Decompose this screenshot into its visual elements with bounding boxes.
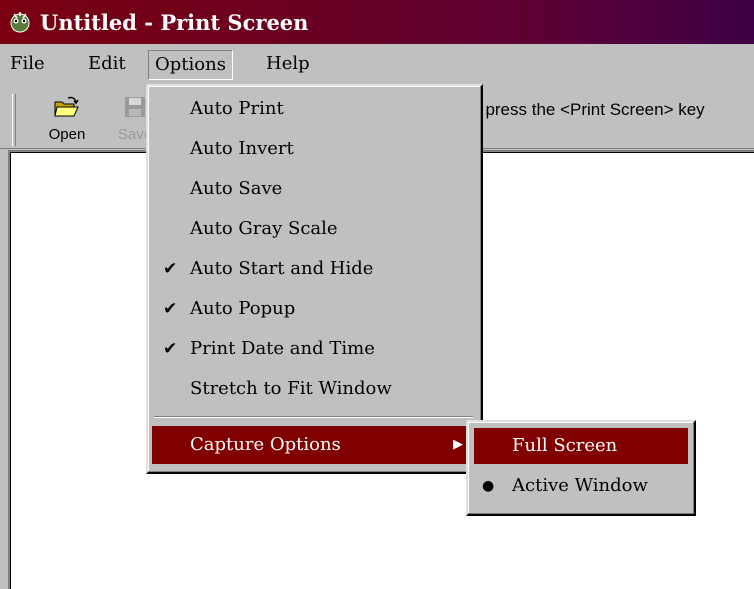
menu-item-print-date-and-time[interactable]: ✔ Print Date and Time (152, 330, 475, 368)
menu-help[interactable]: Help (260, 50, 316, 78)
menu-separator (154, 416, 473, 418)
menu-item-label: Auto Start and Hide (190, 258, 374, 279)
menu-file[interactable]: File (4, 50, 51, 78)
capture-options-submenu: Full Screen ● Active Window (466, 420, 696, 516)
menu-item-label: Capture Options (190, 434, 341, 455)
print-screen-app-icon[interactable] (6, 8, 34, 36)
submenu-item-active-window[interactable]: ● Active Window (474, 468, 688, 504)
open-button-label: Open (48, 126, 86, 143)
status-hint-text: t press the <Print Screen> key (476, 100, 705, 119)
toolbar-grip[interactable] (12, 94, 16, 146)
menu-item-label: Auto Popup (190, 298, 296, 319)
menu-item-auto-popup[interactable]: ✔ Auto Popup (152, 290, 475, 328)
window-title: Untitled - Print Screen (40, 9, 309, 35)
menu-options[interactable]: Options (148, 50, 233, 80)
menu-item-label: Auto Gray Scale (190, 218, 338, 239)
open-button[interactable]: Open (38, 96, 96, 143)
menu-bar: File Edit Options Help (0, 44, 754, 86)
radio-bullet-icon: ● (482, 478, 495, 494)
title-bar: Untitled - Print Screen (0, 0, 754, 44)
submenu-item-full-screen[interactable]: Full Screen (474, 428, 688, 464)
menu-item-capture-options[interactable]: Capture Options ▶ (152, 426, 475, 464)
submenu-item-label: Full Screen (512, 435, 618, 456)
menu-item-auto-gray-scale[interactable]: Auto Gray Scale (152, 210, 475, 248)
submenu-item-label: Active Window (512, 475, 648, 496)
menu-item-auto-print[interactable]: Auto Print (152, 90, 475, 128)
menu-item-label: Auto Save (190, 178, 283, 199)
menu-item-stretch-to-fit-window[interactable]: Stretch to Fit Window (152, 370, 475, 408)
menu-item-auto-start-and-hide[interactable]: ✔ Auto Start and Hide (152, 250, 475, 288)
menu-item-label: Auto Print (190, 98, 284, 119)
save-disk-icon (124, 96, 146, 122)
menu-item-label: Print Date and Time (190, 338, 375, 359)
checkmark-icon: ✔ (163, 339, 178, 359)
open-folder-icon (54, 96, 80, 122)
menu-item-label: Auto Invert (190, 138, 294, 159)
checkmark-icon: ✔ (163, 259, 178, 279)
menu-item-label: Stretch to Fit Window (190, 378, 392, 399)
menu-item-auto-invert[interactable]: Auto Invert (152, 130, 475, 168)
submenu-arrow-icon: ▶ (453, 437, 463, 452)
options-dropdown-menu: Auto Print Auto Invert Auto Save Auto Gr… (146, 84, 483, 474)
menu-edit[interactable]: Edit (82, 50, 132, 78)
checkmark-icon: ✔ (163, 299, 178, 319)
menu-item-auto-save[interactable]: Auto Save (152, 170, 475, 208)
